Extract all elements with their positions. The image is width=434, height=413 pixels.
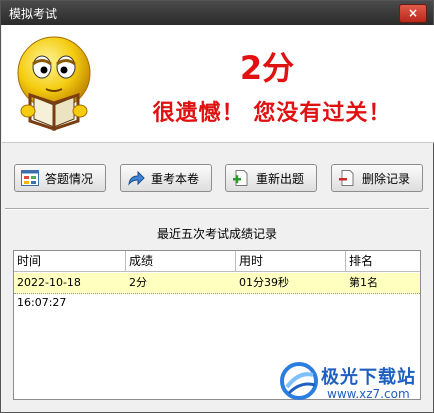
new-document-icon <box>233 170 248 186</box>
watermark-name: 极光下载站 <box>321 367 416 388</box>
table-row[interactable]: 2022-10-18 16:07:27 2分 01分39秒 第1名 <box>14 273 420 309</box>
column-header-score[interactable]: 成绩 <box>126 251 236 271</box>
table-header: 时间 成绩 用时 排名 <box>14 251 420 272</box>
result-banner: 2分 很遗憾！ 您没有过关！ <box>2 25 434 143</box>
close-button[interactable]: × <box>399 4 427 23</box>
action-toolbar: 答题情况 重考本卷 重新出题 删除记录 <box>1 151 433 201</box>
fail-message: 很遗憾！ 您没有过关！ <box>152 101 392 126</box>
watermark-url: www.xz7.com <box>327 387 410 401</box>
column-header-duration[interactable]: 用时 <box>236 251 346 271</box>
title-bar: 模拟考试 × <box>1 1 433 25</box>
delete-records-label: 删除记录 <box>362 171 411 186</box>
answer-status-label: 答题情况 <box>45 171 94 186</box>
site-watermark: 极光下载站 www.xz7.com <box>271 359 431 409</box>
grid-icon <box>21 170 39 186</box>
exam-window: 模拟考试 × 2分 很遗憾！ 您没有过关！ 答题情况 重考本卷 重新出题 删除记… <box>0 0 434 413</box>
cell-score: 2分 <box>129 276 147 289</box>
aurora-logo-icon <box>280 362 318 400</box>
delete-document-icon <box>339 170 354 186</box>
answer-status-button[interactable]: 答题情况 <box>14 164 106 192</box>
retake-exam-label: 重考本卷 <box>151 171 200 186</box>
window-title: 模拟考试 <box>9 7 58 21</box>
redo-arrow-icon <box>128 170 145 186</box>
score-text: 2分 <box>239 49 295 87</box>
cell-duration: 01分39秒 <box>239 276 289 289</box>
column-header-time[interactable]: 时间 <box>14 251 126 271</box>
section-divider <box>5 208 429 210</box>
records-title: 最近五次考试成绩记录 <box>156 227 277 241</box>
cell-rank: 第1名 <box>349 276 378 289</box>
reading-smiley-icon <box>17 36 91 131</box>
regenerate-questions-button[interactable]: 重新出题 <box>225 164 317 192</box>
delete-records-button[interactable]: 删除记录 <box>331 164 423 192</box>
column-header-rank[interactable]: 排名 <box>346 251 420 271</box>
regenerate-questions-label: 重新出题 <box>256 171 305 186</box>
retake-exam-button[interactable]: 重考本卷 <box>120 164 212 192</box>
cell-time: 2022-10-18 16:07:27 <box>17 276 81 309</box>
